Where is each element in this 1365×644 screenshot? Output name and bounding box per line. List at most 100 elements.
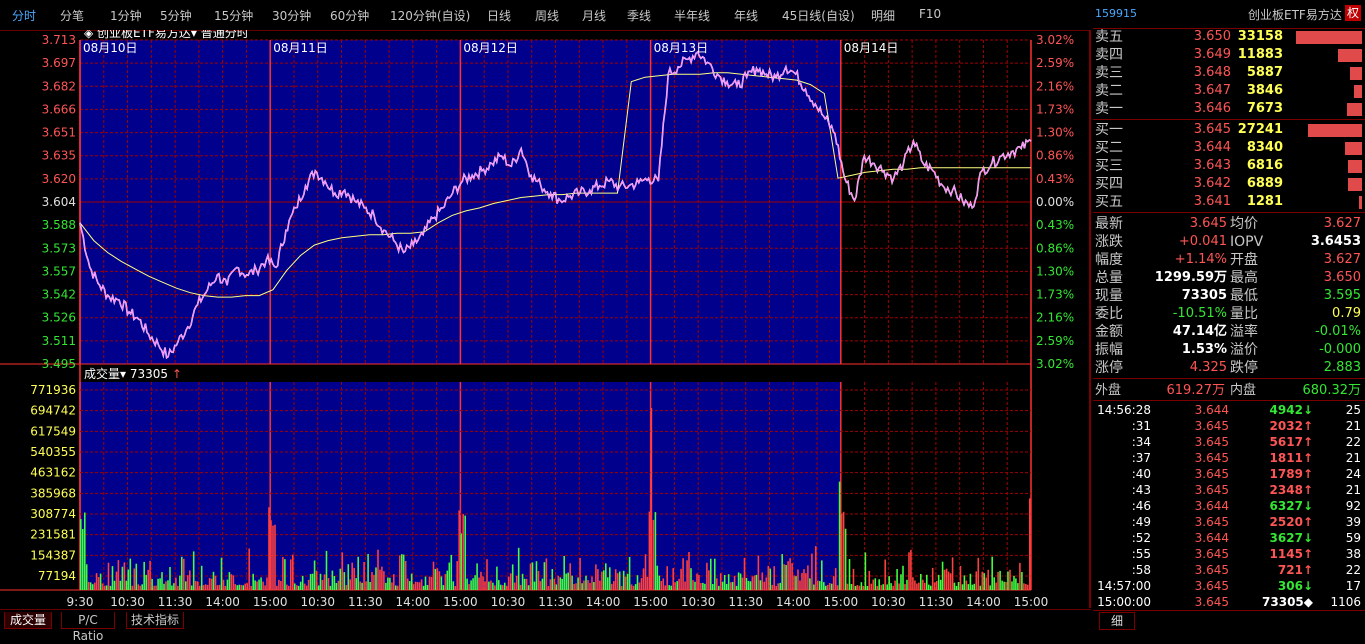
tick-row-3[interactable]: :37 3.645 1811↑ 21	[1093, 450, 1365, 466]
ask-row-2[interactable]: 卖三 3.648 5887	[1093, 64, 1365, 82]
volume-bar	[185, 581, 187, 590]
ask-volume-bar	[1347, 103, 1362, 116]
tick-row-10[interactable]: :58 3.645 721↑ 22	[1093, 562, 1365, 578]
tick-volume-value: 721	[1277, 563, 1303, 577]
tab-8[interactable]: 日线	[487, 7, 511, 24]
volume-bar	[779, 582, 781, 590]
tab-0[interactable]: 分时	[12, 7, 36, 24]
tick-row-1[interactable]: :31 3.645 2032↑ 21	[1093, 418, 1365, 434]
volume-bar	[801, 572, 803, 590]
volume-bar	[815, 546, 817, 590]
tick-volume: 4942↓	[1270, 402, 1313, 418]
tab-9[interactable]: 周线	[535, 7, 559, 24]
volume-bar	[993, 577, 995, 590]
tick-row-2[interactable]: :34 3.645 5617↑ 22	[1093, 434, 1365, 450]
price-tick-label: 3.588	[42, 218, 76, 232]
volume-bar	[488, 581, 490, 590]
volume-bar	[506, 585, 508, 590]
volume-tick-label: 771936	[30, 383, 76, 397]
tick-row-12[interactable]: 15:00:00 3.645 73305◆ 1106	[1093, 594, 1365, 610]
bid-row-0[interactable]: 买一 3.645 27241	[1093, 121, 1365, 139]
volume-bar	[192, 551, 195, 590]
volume-bar	[515, 575, 518, 590]
bid-row-2[interactable]: 买三 3.643 6816	[1093, 157, 1365, 175]
tick-time: :46	[1131, 499, 1151, 513]
bid-row-1[interactable]: 买二 3.644 8340	[1093, 139, 1365, 157]
tab-1[interactable]: 分笔	[60, 7, 84, 24]
volume-bar	[761, 572, 764, 590]
tick-row-6[interactable]: :46 3.644 6327↓ 92	[1093, 498, 1365, 514]
tick-row-5[interactable]: :43 3.645 2348↑ 21	[1093, 482, 1365, 498]
volume-bar	[832, 576, 835, 590]
tick-arrow: ↑	[1302, 483, 1313, 497]
tab-7[interactable]: 120分钟(自设)	[390, 7, 470, 24]
volume-bar	[214, 575, 217, 590]
volume-bar	[416, 582, 419, 590]
tab-4[interactable]: 15分钟	[214, 7, 253, 24]
volume-bar	[696, 573, 698, 590]
tab-11[interactable]: 季线	[627, 7, 651, 24]
bid-row-3[interactable]: 买四 3.642 6889	[1093, 175, 1365, 193]
bottom-tab-1[interactable]: P/C Ratio	[61, 612, 115, 643]
tick-row-4[interactable]: :40 3.645 1789↑ 24	[1093, 466, 1365, 482]
tab-5[interactable]: 30分钟	[272, 7, 311, 24]
pct-tick-label: 0.86%	[1036, 149, 1074, 163]
tab-10[interactable]: 月线	[582, 7, 606, 24]
ask-row-3[interactable]: 卖二 3.647 3846	[1093, 82, 1365, 100]
stat-value: 3.6453	[1310, 234, 1361, 249]
tab-12[interactable]: 半年线	[674, 7, 710, 24]
volume-bar	[202, 585, 205, 590]
volume-bar	[494, 585, 496, 590]
volume-bar	[163, 583, 165, 590]
bid-volume-bar	[1348, 160, 1362, 173]
tick-arrow: ↓	[1302, 403, 1313, 417]
tick-arrow: ↑	[1302, 435, 1313, 449]
tab-3[interactable]: 5分钟	[160, 7, 192, 24]
pct-tick-label: 0.43%	[1036, 172, 1074, 186]
rights-badge[interactable]: 权	[1345, 5, 1361, 21]
volume-bar	[634, 584, 637, 590]
price-tick-label: 3.511	[42, 334, 76, 348]
volume-bar	[880, 585, 882, 590]
volume-bar	[559, 577, 562, 590]
volume-bar	[575, 583, 577, 590]
volume-bar	[809, 578, 811, 590]
detail-tab[interactable]: 细	[1099, 612, 1135, 630]
tab-6[interactable]: 60分钟	[330, 7, 369, 24]
volume-bar	[971, 584, 974, 590]
tick-row-9[interactable]: :55 3.645 1145↑ 38	[1093, 546, 1365, 562]
tab-2[interactable]: 1分钟	[110, 7, 142, 24]
tick-row-0[interactable]: 14:56:28 3.644 4942↓ 25	[1093, 402, 1365, 418]
volume-bar	[123, 562, 126, 590]
ask-row-1[interactable]: 卖四 3.649 11883	[1093, 46, 1365, 64]
price-tick-label: 3.542	[42, 288, 76, 302]
tab-15[interactable]: 明细	[871, 7, 895, 24]
volume-bar	[945, 568, 948, 590]
bottom-tab-0[interactable]: 成交量	[4, 612, 52, 629]
bid-row-4[interactable]: 买五 3.641 1281	[1093, 193, 1365, 211]
ask-volume-bar	[1338, 49, 1362, 62]
tab-14[interactable]: 45日线(自设)	[782, 7, 855, 24]
tick-row-7[interactable]: :49 3.645 2520↑ 39	[1093, 514, 1365, 530]
volume-bar	[226, 579, 229, 590]
tab-16[interactable]: F10	[919, 7, 941, 21]
ask-row-0[interactable]: 卖五 3.650 33158	[1093, 28, 1365, 46]
volume-bar	[666, 566, 668, 590]
volume-bar	[787, 561, 789, 590]
ask-row-4[interactable]: 卖一 3.646 7673	[1093, 100, 1365, 118]
volume-bar	[714, 558, 716, 590]
pct-tick-label: 0.86%	[1036, 241, 1074, 255]
tick-row-11[interactable]: 14:57:00 3.645 306↓ 17	[1093, 578, 1365, 594]
ask-bid-separator	[1093, 119, 1365, 120]
volume-bar	[579, 558, 581, 590]
intraday-chart[interactable]: 3.713 3.697 3.682 3.666 3.651 3.635 3.620 3.604…	[0, 25, 1089, 609]
volume-bar	[581, 583, 583, 590]
bottom-tab-2[interactable]: 技术指标	[126, 612, 184, 629]
volume-bar	[914, 580, 916, 590]
tick-row-8[interactable]: :52 3.644 3627↓ 59	[1093, 530, 1365, 546]
volume-bar	[1005, 582, 1007, 590]
volume-bar	[262, 581, 264, 590]
volume-bar	[616, 573, 619, 590]
volume-bar	[941, 561, 944, 590]
tab-13[interactable]: 年线	[734, 7, 758, 24]
